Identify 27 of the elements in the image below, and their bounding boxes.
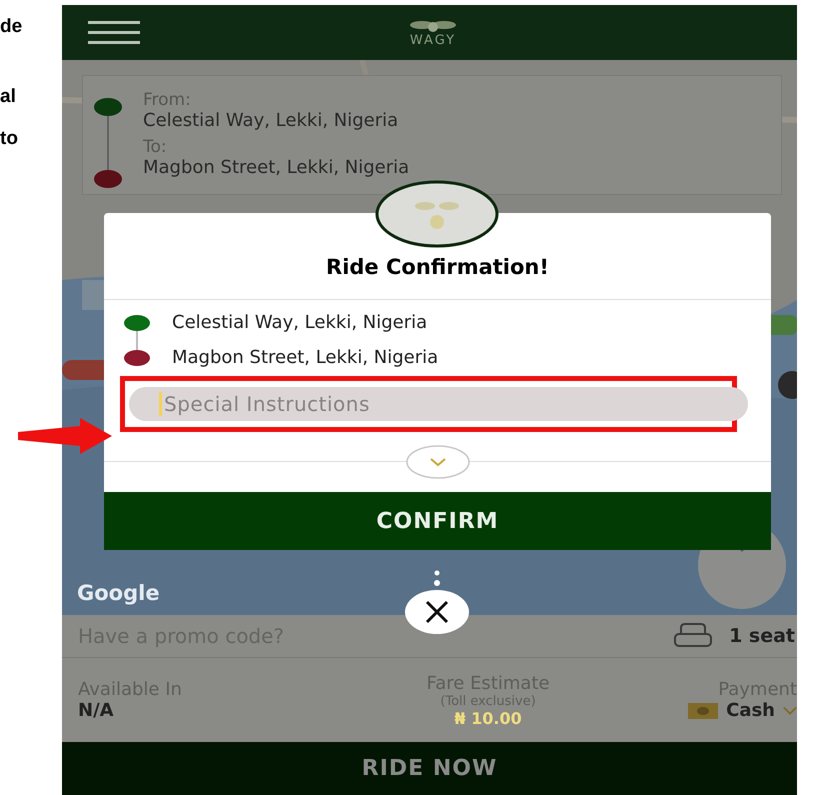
special-instructions-input[interactable]: Special Instructions — [162, 392, 748, 416]
pickup-address[interactable]: Celestial Way, Lekki, Nigeria — [143, 110, 398, 131]
route-line-icon — [93, 98, 123, 188]
cropped-caption-text: de — [0, 16, 22, 38]
fare-amount: ₦ 10.00 — [454, 708, 522, 728]
destination-address[interactable]: Magbon Street, Lekki, Nigeria — [143, 157, 410, 178]
cash-icon — [688, 702, 718, 718]
close-icon[interactable] — [404, 589, 470, 635]
stop-address: Magbon Street, Lekki, Nigeria — [172, 347, 438, 368]
cropped-caption-text: to — [0, 128, 18, 150]
special-instructions-field[interactable]: Special Instructions — [129, 387, 748, 421]
ride-now-button[interactable]: RIDE NOW — [62, 742, 797, 795]
stop-address: Celestial Way, Lekki, Nigeria — [172, 312, 428, 333]
map-attribution: Google — [77, 581, 160, 605]
available-in-value: N/A — [78, 700, 115, 721]
logo-text: WAGY — [410, 33, 456, 48]
menu-icon[interactable] — [88, 20, 140, 44]
logo-badge-icon — [375, 180, 499, 248]
payment-method[interactable]: Cash — [726, 700, 775, 721]
dialog-title: Ride Confirmation! — [104, 255, 771, 300]
dots-icon — [433, 570, 441, 588]
seat-selector[interactable]: 1 seat — [673, 615, 797, 658]
text-cursor — [159, 392, 162, 416]
seat-count: 1 seat — [729, 625, 795, 647]
cropped-caption-text: al — [0, 86, 16, 108]
confirm-button[interactable]: CONFIRM — [104, 492, 771, 550]
seat-icon — [673, 622, 714, 650]
